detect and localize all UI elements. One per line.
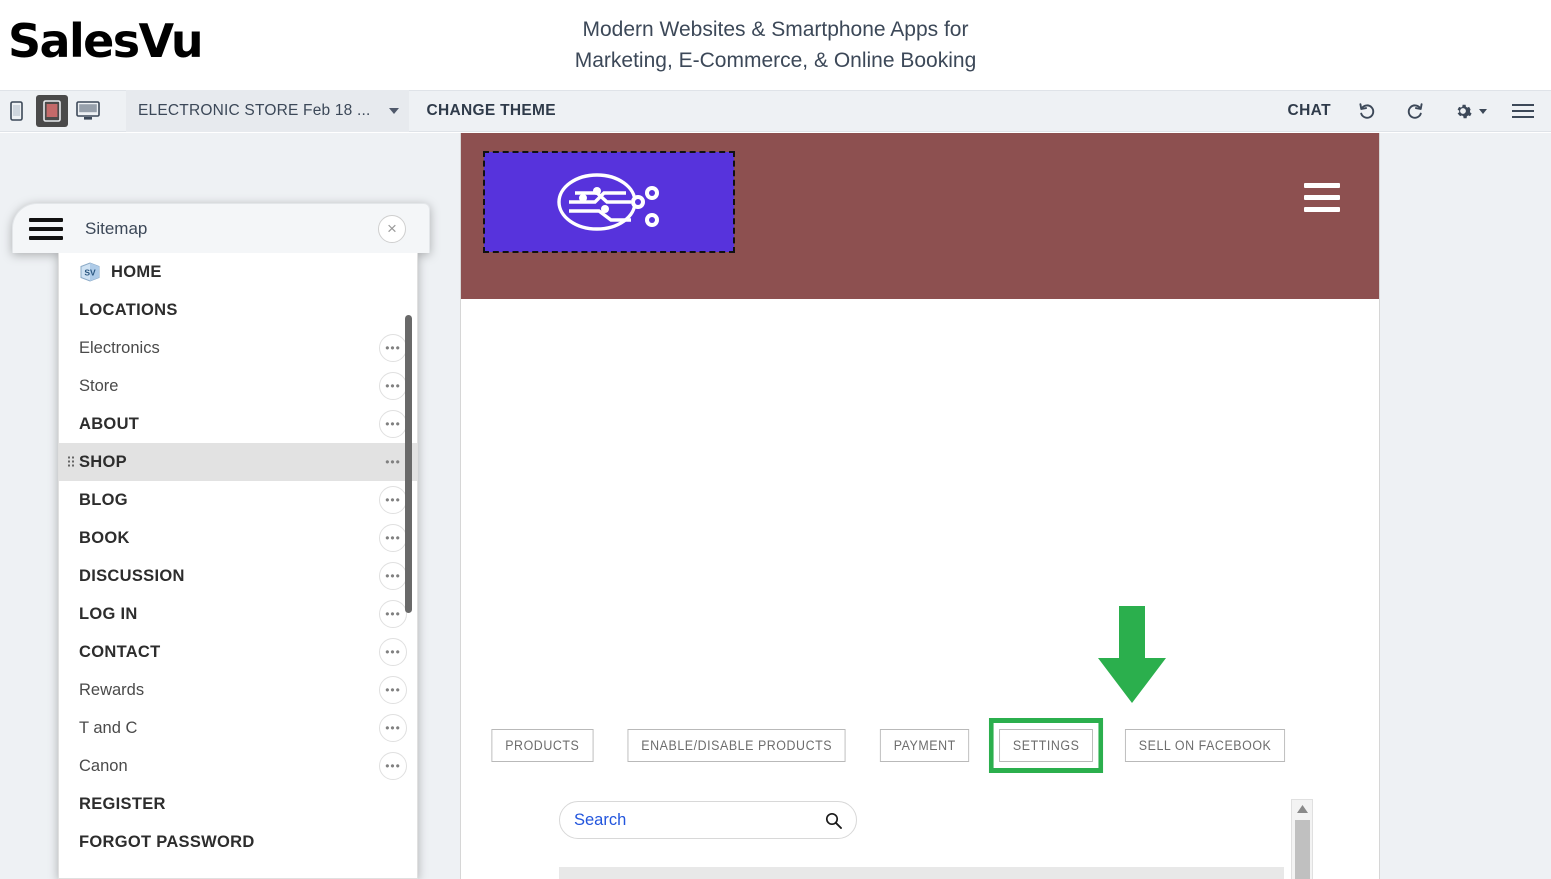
content-scrollbar[interactable] [1291, 799, 1313, 879]
search-input[interactable] [574, 811, 825, 830]
sitemap-item-rewards[interactable]: Rewards ••• [59, 671, 418, 709]
sitemap-item-label: Electronics [79, 339, 160, 358]
toolbar-right-group: CHAT [1264, 99, 1551, 123]
sitemap-item-label: SHOP [79, 453, 127, 472]
sitemap-item-label: REGISTER [79, 795, 166, 814]
site-logo-block[interactable] [484, 152, 734, 252]
category-bar: Test Product Arrangement Restaurant Came… [559, 867, 1284, 879]
shop-action-buttons: PRODUCTS ENABLE/DISABLE PRODUCTS PAYMENT… [461, 729, 1318, 762]
sitemap-item-options-button[interactable]: ••• [379, 334, 407, 362]
sitemap-item-register[interactable]: REGISTER [59, 785, 418, 823]
undo-icon[interactable] [1355, 99, 1379, 123]
scrollbar-thumb[interactable] [1295, 820, 1310, 879]
drag-handle-icon[interactable] [67, 456, 75, 469]
enable-disable-products-button[interactable]: ENABLE/DISABLE PRODUCTS [628, 729, 846, 762]
sitemap-item-options-button[interactable]: ••• [379, 562, 407, 590]
chevron-down-icon [389, 108, 399, 114]
sitemap-item-options-button[interactable]: ••• [379, 486, 407, 514]
gear-icon [1451, 99, 1475, 123]
sitemap-item-options-button[interactable]: ••• [379, 372, 407, 400]
theme-name: ELECTRONIC STORE Feb 18 ... [138, 102, 371, 120]
sitemap-item-options-button[interactable]: ••• [379, 752, 407, 780]
app-root: SalesVu Modern Websites & Smartphone App… [0, 0, 1551, 879]
editor-toolbar: ELECTRONIC STORE Feb 18 ... CHANGE THEME… [0, 90, 1551, 132]
tagline-line-2: Marketing, E-Commerce, & Online Booking [0, 45, 1551, 76]
theme-selector[interactable]: ELECTRONIC STORE Feb 18 ... [126, 90, 409, 132]
tagline: Modern Websites & Smartphone Apps for Ma… [0, 14, 1551, 76]
sitemap-item-label: ABOUT [79, 415, 139, 434]
change-theme-button[interactable]: CHANGE THEME [427, 102, 556, 120]
sitemap-item-label: Rewards [79, 681, 144, 700]
sitemap-item-label: Canon [79, 757, 128, 776]
sitemap-item-label: LOG IN [79, 605, 138, 624]
sitemap-item-options-button[interactable]: ••• [379, 524, 407, 552]
site-preview-frame: PRODUCTS ENABLE/DISABLE PRODUCTS PAYMENT… [460, 133, 1380, 879]
sitemap-body: SV HOME LOCATIONS Electronics ••• Store … [58, 253, 418, 879]
scroll-up-arrow-icon[interactable] [1292, 800, 1312, 817]
sitemap-panel: Sitemap × SV HOME LOCATIONS Electronic [12, 203, 430, 879]
sitemap-hamburger-menu-icon[interactable] [29, 218, 63, 240]
redo-icon[interactable] [1403, 99, 1427, 123]
sitemap-item-options-button[interactable]: ••• [379, 448, 407, 476]
sitemap-item-label: CONTACT [79, 643, 161, 662]
sitemap-item-book[interactable]: BOOK ••• [59, 519, 418, 557]
annotation-arrow-icon [1098, 606, 1166, 703]
sitemap-item-options-button[interactable]: ••• [379, 676, 407, 704]
sitemap-item-about[interactable]: ABOUT ••• [59, 405, 418, 443]
sitemap-item-store[interactable]: Store ••• [59, 367, 418, 405]
sitemap-item-options-button[interactable]: ••• [379, 410, 407, 438]
chevron-down-icon [1479, 109, 1487, 114]
device-toggle-group [0, 90, 104, 132]
sell-on-facebook-button[interactable]: SELL ON FACEBOOK [1125, 729, 1285, 762]
sitemap-item-label: FORGOT PASSWORD [79, 833, 255, 852]
phone-icon[interactable] [0, 90, 32, 132]
sitemap-item-log-in[interactable]: LOG IN ••• [59, 595, 418, 633]
sitemap-item-canon[interactable]: Canon ••• [59, 747, 418, 785]
product-search [559, 801, 857, 839]
svg-text:SV: SV [84, 268, 96, 278]
sitemap-item-label: Store [79, 377, 118, 396]
tablet-icon[interactable] [36, 95, 68, 127]
sitemap-item-options-button[interactable]: ••• [379, 600, 407, 628]
sitemap-item-home[interactable]: SV HOME [59, 253, 418, 291]
site-banner [461, 133, 1379, 299]
desktop-icon[interactable] [72, 90, 104, 132]
sitemap-item-contact[interactable]: CONTACT ••• [59, 633, 418, 671]
sitemap-item-label: HOME [111, 263, 162, 282]
chat-button[interactable]: CHAT [1288, 102, 1332, 120]
sv-cube-icon: SV [79, 261, 101, 283]
circuit-board-icon [539, 171, 679, 233]
search-box[interactable] [559, 801, 857, 839]
sitemap-item-label: T and C [79, 719, 137, 738]
sitemap-item-t-and-c[interactable]: T and C ••• [59, 709, 418, 747]
hamburger-menu-icon[interactable] [1511, 99, 1535, 123]
sitemap-item-blog[interactable]: BLOG ••• [59, 481, 418, 519]
sitemap-item-label: LOCATIONS [79, 301, 178, 320]
sitemap-item-shop[interactable]: SHOP ••• [59, 443, 418, 481]
products-button[interactable]: PRODUCTS [491, 729, 593, 762]
sitemap-item-label: DISCUSSION [79, 567, 185, 586]
sitemap-item-electronics[interactable]: Electronics ••• [59, 329, 418, 367]
sitemap-scrollbar-thumb[interactable] [405, 315, 412, 613]
settings-button[interactable]: SETTINGS [999, 729, 1093, 762]
sitemap-list: SV HOME LOCATIONS Electronics ••• Store … [59, 253, 418, 861]
site-body: PRODUCTS ENABLE/DISABLE PRODUCTS PAYMENT… [461, 299, 1379, 879]
brand-bar: SalesVu Modern Websites & Smartphone App… [0, 0, 1551, 90]
sitemap-item-discussion[interactable]: DISCUSSION ••• [59, 557, 418, 595]
tagline-line-1: Modern Websites & Smartphone Apps for [0, 14, 1551, 45]
sitemap-item-options-button[interactable]: ••• [379, 714, 407, 742]
close-icon[interactable]: × [378, 215, 406, 243]
sitemap-header: Sitemap × [12, 203, 430, 253]
site-hamburger-menu-icon[interactable] [1304, 183, 1340, 212]
sitemap-item-options-button[interactable]: ••• [379, 638, 407, 666]
settings-menu-button[interactable] [1451, 99, 1487, 123]
sitemap-item-label: BOOK [79, 529, 130, 548]
search-icon[interactable] [825, 812, 842, 829]
sitemap-item-label: BLOG [79, 491, 128, 510]
sitemap-item-forgot-password[interactable]: FORGOT PASSWORD [59, 823, 418, 861]
sitemap-title: Sitemap [85, 219, 147, 239]
payment-button[interactable]: PAYMENT [880, 729, 970, 762]
sitemap-item-locations[interactable]: LOCATIONS [59, 291, 418, 329]
